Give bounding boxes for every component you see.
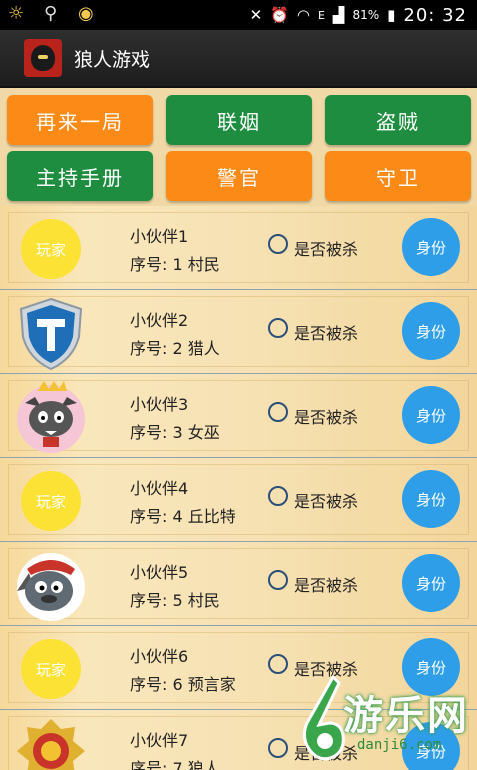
status-right: ✕ ⏰ ◠ E ▟ 81% ▮ 20: 32 (250, 0, 467, 30)
wolf-hat-icon (17, 553, 85, 621)
avatar[interactable] (13, 379, 89, 455)
watermark-text: 游乐网 (343, 693, 469, 739)
action-bar: 狼人游戏 (0, 30, 477, 88)
restart-button[interactable]: 再来一局 (7, 95, 153, 145)
sheriff-button[interactable]: 警官 (166, 151, 312, 201)
player-name: 小伙伴5 (130, 563, 189, 582)
shield-t-icon (19, 297, 83, 371)
identity-button[interactable]: 身份 (402, 302, 460, 360)
player-seq: 序号: 6 预言家 (130, 675, 236, 694)
list-item: 小伙伴2 序号: 2 猎人 是否被杀 身份 (0, 290, 477, 374)
player-name: 小伙伴1 (130, 227, 189, 246)
battery-percent: 81% (352, 8, 380, 22)
role-button-panel: 再来一局 联姻 盗贼 主持手册 警官 守卫 (0, 88, 477, 206)
player-seq: 序号: 5 村民 (130, 591, 220, 610)
player-name: 小伙伴4 (130, 479, 189, 498)
host-manual-button[interactable]: 主持手册 (7, 151, 153, 201)
police-badge-icon (17, 719, 85, 770)
guard-button[interactable]: 守卫 (325, 151, 471, 201)
alarm-icon: ⏰ (270, 6, 289, 24)
killed-radio[interactable] (268, 654, 288, 674)
killed-label: 是否被杀 (294, 240, 359, 259)
killed-label: 是否被杀 (294, 408, 359, 427)
killed-radio[interactable] (268, 402, 288, 422)
player-seq: 序号: 3 女巫 (130, 423, 220, 442)
usb-icon: ⚲ (44, 3, 58, 24)
player-seq: 序号: 2 猎人 (130, 339, 220, 358)
player-avatar-badge: 玩家 (21, 471, 81, 531)
killed-label: 是否被杀 (294, 576, 359, 595)
wifi-icon: ◠ (296, 6, 310, 24)
killed-radio[interactable] (268, 570, 288, 590)
killed-label: 是否被杀 (294, 492, 359, 511)
player-seq: 序号: 4 丘比特 (130, 507, 236, 526)
network-type: E (317, 8, 325, 22)
list-item: 玩家 小伙伴4 序号: 4 丘比特 是否被杀 身份 (0, 458, 477, 542)
killed-radio[interactable] (268, 318, 288, 338)
killed-radio[interactable] (268, 486, 288, 506)
clock: 20: 32 (403, 4, 467, 26)
avatar[interactable]: 玩家 (13, 631, 89, 707)
identity-button[interactable]: 身份 (402, 386, 460, 444)
app-notification-icon: ◉ (78, 3, 94, 24)
watermark-url: danji6.com (357, 737, 442, 753)
avatar[interactable] (13, 715, 89, 770)
player-avatar-badge: 玩家 (21, 639, 81, 699)
watermark-logo-icon (302, 675, 345, 761)
identity-button[interactable]: 身份 (402, 554, 460, 612)
identity-button[interactable]: 身份 (402, 470, 460, 528)
watermark: 游乐网 danji6.com (247, 675, 477, 770)
player-seq: 序号: 1 村民 (130, 255, 220, 274)
thief-button[interactable]: 盗贼 (325, 95, 471, 145)
battery-icon: ▮ (387, 6, 396, 24)
avatar[interactable] (13, 547, 89, 623)
player-name: 小伙伴6 (130, 647, 189, 666)
killed-radio[interactable] (268, 234, 288, 254)
mute-icon: ✕ (249, 6, 263, 24)
list-item: 玩家 小伙伴1 序号: 1 村民 是否被杀 身份 (0, 206, 477, 290)
avatar[interactable]: 玩家 (13, 211, 89, 287)
wolf-crown-icon (17, 381, 85, 453)
signal-icon: ▟ (332, 6, 345, 24)
player-name: 小伙伴3 (130, 395, 189, 414)
player-seq: 序号: 7 狼人 (130, 759, 220, 770)
brightness-icon: ☼ (8, 3, 25, 24)
identity-button[interactable]: 身份 (402, 218, 460, 276)
player-name: 小伙伴2 (130, 311, 189, 330)
player-avatar-badge: 玩家 (21, 219, 81, 279)
marriage-button[interactable]: 联姻 (166, 95, 312, 145)
player-name: 小伙伴7 (130, 731, 189, 750)
list-item: 小伙伴5 序号: 5 村民 是否被杀 身份 (0, 542, 477, 626)
app-icon[interactable] (24, 39, 62, 77)
list-item: 小伙伴3 序号: 3 女巫 是否被杀 身份 (0, 374, 477, 458)
avatar[interactable] (13, 295, 89, 371)
killed-label: 是否被杀 (294, 324, 359, 343)
app-title: 狼人游戏 (74, 48, 151, 71)
avatar[interactable]: 玩家 (13, 463, 89, 539)
status-bar: ☼ ⚲ ◉ ✕ ⏰ ◠ E ▟ 81% ▮ 20: 32 (0, 0, 477, 30)
